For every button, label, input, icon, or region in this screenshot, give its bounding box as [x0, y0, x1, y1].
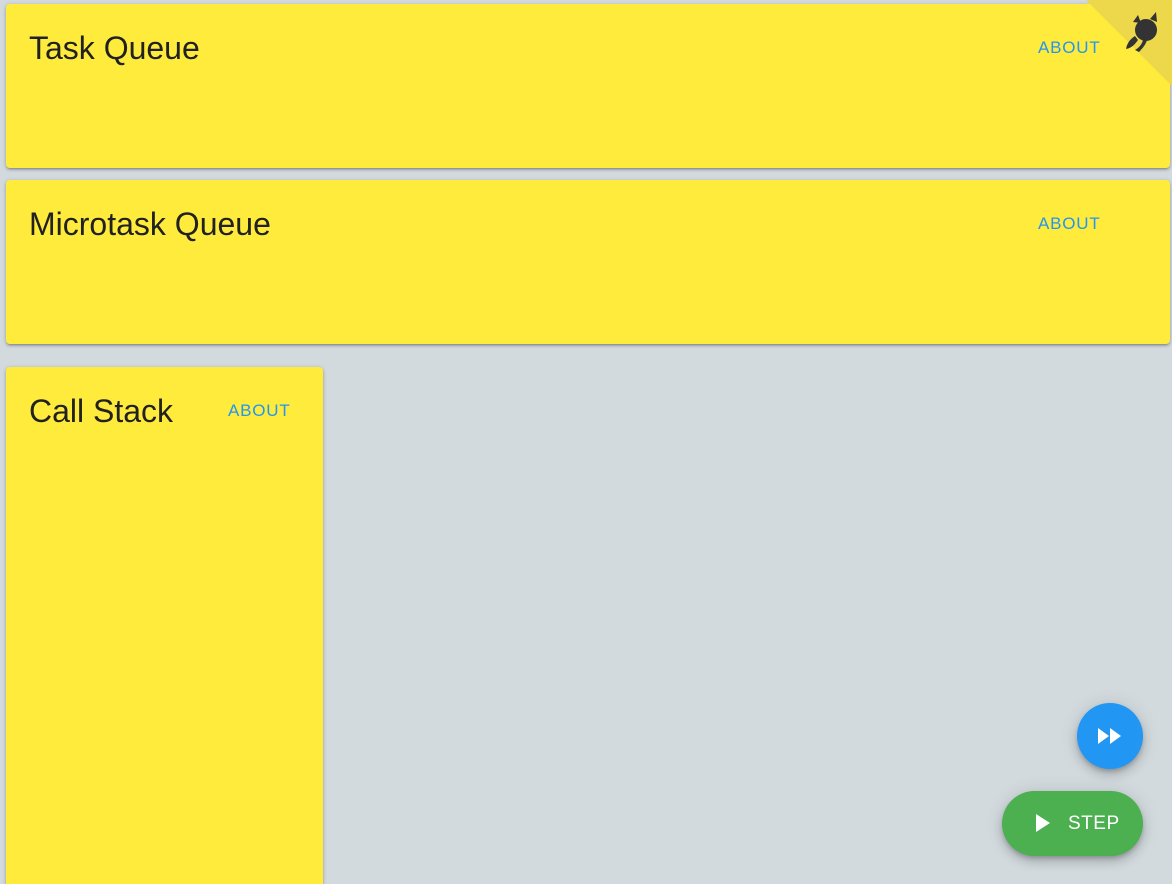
event-loop-visualizer: Task Queue ABOUT Microtask Queue ABOUT C… [0, 0, 1172, 884]
microtask-queue-panel: Microtask Queue ABOUT [6, 180, 1170, 344]
task-queue-title: Task Queue [29, 30, 200, 66]
task-queue-panel: Task Queue ABOUT [6, 4, 1170, 168]
github-corner-link[interactable] [1086, 0, 1172, 86]
microtask-queue-about-button[interactable]: ABOUT [1032, 212, 1107, 236]
call-stack-panel: Call Stack ABOUT [6, 367, 323, 884]
call-stack-about-button[interactable]: ABOUT [222, 399, 297, 423]
call-stack-title: Call Stack [29, 393, 174, 429]
fast-forward-button[interactable] [1077, 703, 1143, 769]
microtask-queue-title: Microtask Queue [29, 206, 271, 242]
github-octocat-icon [1086, 0, 1172, 86]
fast-forward-icon [1098, 728, 1121, 744]
step-button-label: STEP [1068, 813, 1120, 834]
play-icon [1036, 814, 1050, 832]
step-button[interactable]: STEP [1002, 791, 1143, 856]
